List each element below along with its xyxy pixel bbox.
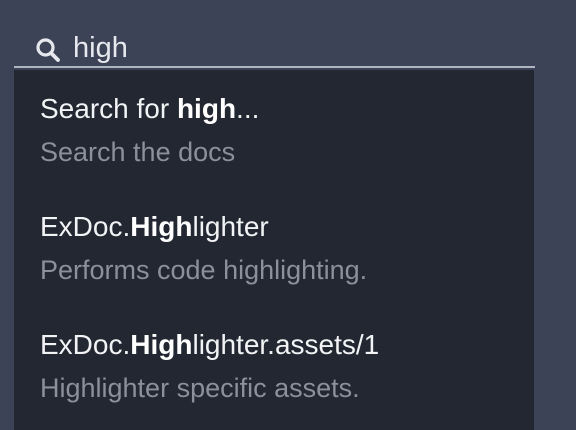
result-title: Search for high... [40, 92, 524, 126]
result-title: ExDoc.Highlighter.assets/1 [40, 328, 524, 362]
result-title-suffix: lighter.assets/1 [192, 329, 380, 360]
search-bar[interactable] [14, 30, 535, 68]
result-title-prefix: ExDoc. [40, 211, 131, 242]
result-title-match: high [176, 93, 237, 124]
search-results-dropdown: Search for high... Search the docs ExDoc… [14, 70, 534, 430]
result-title-prefix: Search for [40, 93, 177, 124]
result-description: Search the docs [40, 137, 236, 167]
result-search-docs[interactable]: Search for high... Search the docs [40, 92, 524, 169]
result-title-prefix: ExDoc. [40, 329, 131, 360]
result-description: Performs code highlighting. [40, 255, 368, 285]
search-input[interactable] [73, 30, 513, 66]
result-exdoc-highlighter[interactable]: ExDoc.Highlighter Performs code highligh… [40, 210, 524, 287]
result-exdoc-highlighter-assets[interactable]: ExDoc.Highlighter.assets/1 Highlighter s… [40, 328, 524, 405]
result-title: ExDoc.Highlighter [40, 210, 524, 244]
result-description: Highlighter specific assets. [40, 373, 360, 403]
result-title-match: High [130, 211, 193, 242]
search-icon[interactable] [34, 36, 62, 64]
result-title-suffix: ... [236, 93, 260, 124]
result-title-suffix: lighter [192, 211, 269, 242]
result-title-match: High [130, 329, 193, 360]
